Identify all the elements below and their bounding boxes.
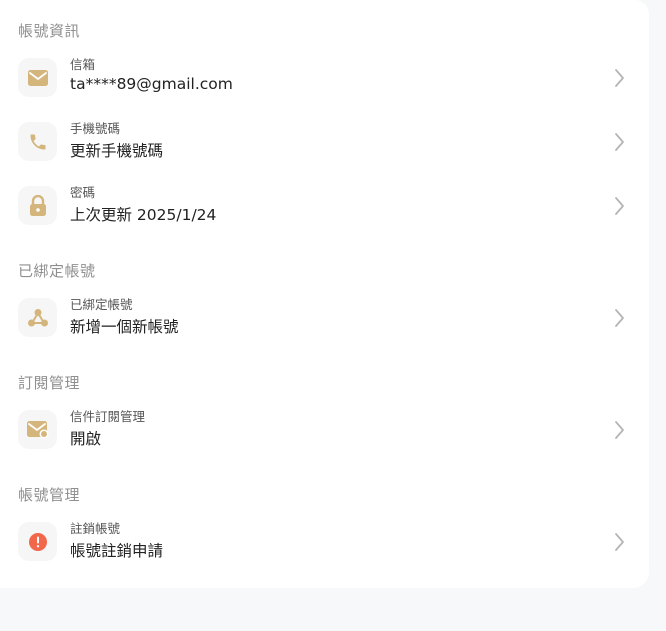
row-password[interactable]: 密碼 上次更新 2025/1/24 bbox=[0, 178, 649, 234]
mail-subscription-icon bbox=[18, 410, 57, 449]
delete-account-label: 註銷帳號 bbox=[70, 521, 121, 536]
section-title-account-management: 帳號管理 bbox=[18, 486, 81, 504]
section-title-account-info: 帳號資訊 bbox=[18, 22, 81, 40]
chevron-right-icon bbox=[615, 133, 624, 151]
password-label: 密碼 bbox=[70, 185, 96, 200]
chevron-right-icon bbox=[615, 197, 624, 215]
linked-account-value: 新增一個新帳號 bbox=[70, 318, 179, 336]
email-label: 信箱 bbox=[70, 57, 96, 72]
mail-subscription-label: 信件訂閱管理 bbox=[70, 409, 146, 424]
phone-label: 手機號碼 bbox=[70, 121, 121, 136]
chevron-right-icon bbox=[615, 309, 624, 327]
chevron-right-icon bbox=[615, 69, 624, 87]
mail-icon bbox=[18, 58, 57, 97]
chevron-right-icon bbox=[615, 421, 624, 439]
chevron-right-icon bbox=[615, 533, 624, 551]
section-title-subscription: 訂閱管理 bbox=[18, 374, 81, 392]
row-linked-account[interactable]: 已綁定帳號 新增一個新帳號 bbox=[0, 290, 649, 346]
alert-icon bbox=[18, 522, 57, 561]
row-email[interactable]: 信箱 ta****89@gmail.com bbox=[0, 50, 649, 106]
phone-value: 更新手機號碼 bbox=[70, 142, 164, 160]
mail-subscription-value: 開啟 bbox=[70, 430, 102, 448]
row-phone[interactable]: 手機號碼 更新手機號碼 bbox=[0, 114, 649, 170]
linked-account-label: 已綁定帳號 bbox=[70, 297, 133, 312]
account-settings-card: 帳號資訊 信箱 ta****89@gmail.com 手機號碼 更新手機號碼 密… bbox=[0, 0, 649, 588]
row-delete-account[interactable]: 註銷帳號 帳號註銷申請 bbox=[0, 514, 649, 570]
delete-account-value: 帳號註銷申請 bbox=[70, 542, 164, 560]
row-mail-subscription[interactable]: 信件訂閱管理 開啟 bbox=[0, 402, 649, 458]
phone-icon bbox=[18, 122, 57, 161]
share-icon bbox=[18, 298, 57, 337]
lock-icon bbox=[18, 186, 57, 225]
email-value: ta****89@gmail.com bbox=[70, 75, 233, 93]
section-title-linked-accounts: 已綁定帳號 bbox=[18, 262, 96, 280]
password-value: 上次更新 2025/1/24 bbox=[70, 206, 217, 224]
